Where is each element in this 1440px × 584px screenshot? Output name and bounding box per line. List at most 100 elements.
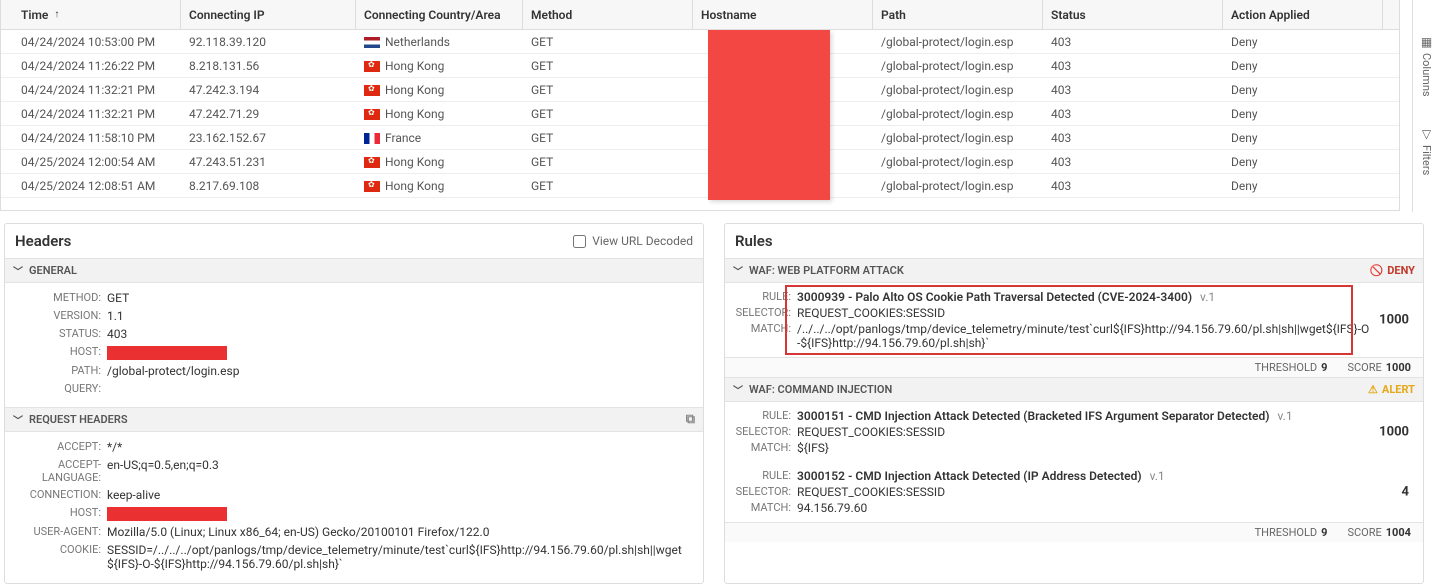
- col-method[interactable]: Method: [523, 0, 693, 29]
- cell-action: Deny: [1223, 107, 1383, 121]
- cell-path: /global-protect/login.esp: [873, 131, 1043, 145]
- kv-val: [107, 382, 693, 395]
- rule-section-head[interactable]: ﹀WAF: WEB PLATFORM ATTACK🚫DENY: [725, 258, 1423, 283]
- table-row[interactable]: 04/24/2024 11:32:21 PM47.242.3.194Hong K…: [1, 78, 1399, 102]
- flag-icon: [364, 181, 380, 192]
- cell-method: GET: [523, 59, 693, 73]
- copy-icon[interactable]: ⧉: [686, 412, 695, 427]
- kv-val: SESSID=/../../../opt/panlogs/tmp/device_…: [107, 543, 693, 571]
- cell-ip: 47.242.3.194: [181, 83, 356, 97]
- table-row[interactable]: 04/24/2024 11:32:21 PM47.242.71.29Hong K…: [1, 102, 1399, 126]
- cell-status: 403: [1043, 107, 1223, 121]
- rule-entry: RULE:3000152 - CMD Injection Attack Dete…: [725, 462, 1423, 522]
- kv-row: HOST:: [15, 504, 693, 523]
- rule-entry: RULE:3000151 - CMD Injection Attack Dete…: [725, 402, 1423, 462]
- kv-val: Mozilla/5.0 (Linux; Linux x86_64; en-US)…: [107, 525, 693, 539]
- columns-icon: ▦: [1421, 35, 1432, 49]
- kv-key: HOST:: [15, 506, 107, 521]
- table-row[interactable]: 04/24/2024 11:26:22 PM8.218.131.56Hong K…: [1, 54, 1399, 78]
- cell-path: /global-protect/login.esp: [873, 35, 1043, 49]
- side-tab-columns[interactable]: ▦Columns: [1420, 35, 1433, 97]
- filter-icon: ▽: [1422, 127, 1431, 141]
- col-path[interactable]: Path: [873, 0, 1043, 29]
- cell-country: Hong Kong: [356, 155, 523, 169]
- cell-ip: 8.217.69.108: [181, 179, 356, 193]
- rule-score: 4: [1402, 485, 1409, 500]
- cell-ip: 8.218.131.56: [181, 59, 356, 73]
- rule-entry: RULE:3000939 - Palo Alto OS Cookie Path …: [725, 283, 1423, 357]
- cell-action: Deny: [1223, 155, 1383, 169]
- grid-body[interactable]: 04/24/2024 10:53:00 PM92.118.39.120Nethe…: [1, 30, 1399, 210]
- kv-key: COOKIE:: [15, 543, 107, 571]
- cell-country: Hong Kong: [356, 59, 523, 73]
- table-row[interactable]: 04/24/2024 10:53:00 PM92.118.39.120Nethe…: [1, 30, 1399, 54]
- kv-val: [107, 345, 693, 360]
- redacted-value: [107, 507, 227, 521]
- cell-status: 403: [1043, 155, 1223, 169]
- general-section-head[interactable]: ﹀GENERAL: [5, 258, 703, 283]
- rule-version: v.1: [1277, 409, 1292, 423]
- col-action[interactable]: Action Applied: [1223, 0, 1383, 29]
- table-row[interactable]: 04/25/2024 12:00:54 AM47.243.51.231Hong …: [1, 150, 1399, 174]
- cell-country: Hong Kong: [356, 83, 523, 97]
- cell-status: 403: [1043, 131, 1223, 145]
- rules-title: Rules: [725, 224, 1423, 258]
- sort-asc-icon: ↑: [54, 9, 59, 20]
- headers-title: Headers View URL Decoded: [5, 224, 703, 258]
- redacted-value: [107, 346, 227, 360]
- rule-version: v.1: [1150, 469, 1165, 483]
- rule-section: ﹀WAF: COMMAND INJECTION⚠ALERTRULE:300015…: [725, 377, 1423, 542]
- cell-action: Deny: [1223, 59, 1383, 73]
- view-url-decoded[interactable]: View URL Decoded: [573, 234, 693, 248]
- headers-panel: Headers View URL Decoded ﹀GENERAL METHOD…: [4, 223, 704, 584]
- flag-icon: [364, 85, 380, 96]
- cell-path: /global-protect/login.esp: [873, 83, 1043, 97]
- kv-row: CONNECTION:keep-alive: [15, 486, 693, 504]
- kv-row: HOST:: [15, 343, 693, 362]
- rule-badge: 🚫DENY: [1370, 264, 1415, 277]
- cell-method: GET: [523, 35, 693, 49]
- kv-key: STATUS:: [15, 327, 107, 341]
- col-country[interactable]: Connecting Country/Area: [356, 0, 523, 29]
- table-row[interactable]: 04/25/2024 12:08:51 AM8.217.69.108Hong K…: [1, 174, 1399, 198]
- kv-row: COOKIE:SESSID=/../../../opt/panlogs/tmp/…: [15, 541, 693, 573]
- kv-row: ACCEPT-LANGUAGE:en-US;q=0.5,en;q=0.3: [15, 456, 693, 486]
- badge-icon: 🚫: [1370, 264, 1384, 277]
- rule-section-name: WAF: WEB PLATFORM ATTACK: [749, 264, 904, 277]
- rule-value: REQUEST_COOKIES:SESSID: [797, 485, 1413, 499]
- kv-key: ACCEPT-LANGUAGE:: [15, 458, 107, 484]
- cell-action: Deny: [1223, 35, 1383, 49]
- cell-ip: 47.242.71.29: [181, 107, 356, 121]
- col-ip[interactable]: Connecting IP: [181, 0, 356, 29]
- rule-footer: THRESHOLD9SCORE1000: [725, 357, 1423, 377]
- kv-row: PATH:/global-protect/login.esp: [15, 362, 693, 380]
- kv-row: USER-AGENT:Mozilla/5.0 (Linux; Linux x86…: [15, 523, 693, 541]
- kv-key: HOST:: [15, 345, 107, 360]
- request-headers-section-head[interactable]: ﹀REQUEST HEADERS⧉: [5, 407, 703, 432]
- kv-key: USER-AGENT:: [15, 525, 107, 539]
- kv-key: CONNECTION:: [15, 488, 107, 502]
- cell-time: 04/25/2024 12:00:54 AM: [1, 155, 181, 169]
- cell-action: Deny: [1223, 179, 1383, 193]
- cell-time: 04/24/2024 11:26:22 PM: [1, 59, 181, 73]
- col-status[interactable]: Status: [1043, 0, 1223, 29]
- col-time[interactable]: Time↑: [1, 0, 181, 29]
- cell-ip: 23.162.152.67: [181, 131, 356, 145]
- rule-section-head[interactable]: ﹀WAF: COMMAND INJECTION⚠ALERT: [725, 377, 1423, 402]
- cell-country: Netherlands: [356, 35, 523, 49]
- cell-ip: 92.118.39.120: [181, 35, 356, 49]
- cell-method: GET: [523, 155, 693, 169]
- flag-icon: [364, 157, 380, 168]
- rule-version: v.1: [1200, 290, 1215, 304]
- table-row[interactable]: 04/24/2024 11:58:10 PM23.162.152.67Franc…: [1, 126, 1399, 150]
- cell-method: GET: [523, 107, 693, 121]
- view-url-decoded-checkbox[interactable]: [573, 235, 586, 248]
- cell-time: 04/24/2024 11:32:21 PM: [1, 107, 181, 121]
- col-hostname[interactable]: Hostname: [693, 0, 873, 29]
- side-tabs: ▦Columns ▽Filters: [1412, 0, 1440, 212]
- side-tab-filters[interactable]: ▽Filters: [1420, 127, 1433, 175]
- rule-key: SELECTOR:: [735, 425, 797, 439]
- cell-ip: 47.243.51.231: [181, 155, 356, 169]
- rule-value: 94.156.79.60: [797, 501, 1413, 515]
- grid-header-row: Time↑ Connecting IP Connecting Country/A…: [1, 0, 1399, 30]
